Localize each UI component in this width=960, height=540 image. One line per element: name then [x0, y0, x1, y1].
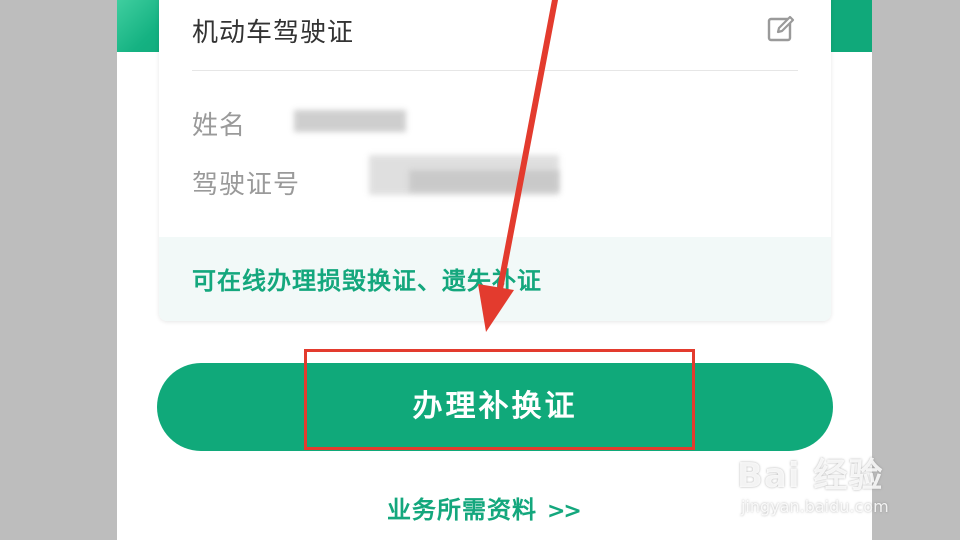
edit-icon[interactable] [766, 14, 796, 44]
card-footer-note: 可在线办理损毁换证、遗失补证 [192, 267, 542, 295]
license-card: 机动车驾驶证 姓名 驾驶证号 可在线办理损毁换证、遗失补证 [159, 0, 831, 321]
card-footer: 可在线办理损毁换证、遗失补证 [159, 237, 831, 321]
app-screen: 机动车驾驶证 姓名 驾驶证号 可在线办理损毁换证、遗失补证 办理补换证 业务所需… [117, 0, 872, 540]
screenshot-stage: 机动车驾驶证 姓名 驾驶证号 可在线办理损毁换证、遗失补证 办理补换证 业务所需… [0, 0, 960, 540]
name-value-redacted [294, 110, 406, 132]
license-number-redacted-part [409, 170, 559, 192]
double-chevron-right-icon: >> [547, 499, 582, 524]
card-title: 机动车驾驶证 [192, 18, 355, 48]
name-label: 姓名 [192, 111, 247, 141]
license-number-label: 驾驶证号 [192, 170, 301, 200]
required-materials-link[interactable]: 业务所需资料 >> [387, 490, 582, 525]
card-divider [192, 70, 798, 71]
required-materials-link-label: 业务所需资料 [387, 496, 537, 524]
annotation-highlight-box [304, 349, 695, 450]
